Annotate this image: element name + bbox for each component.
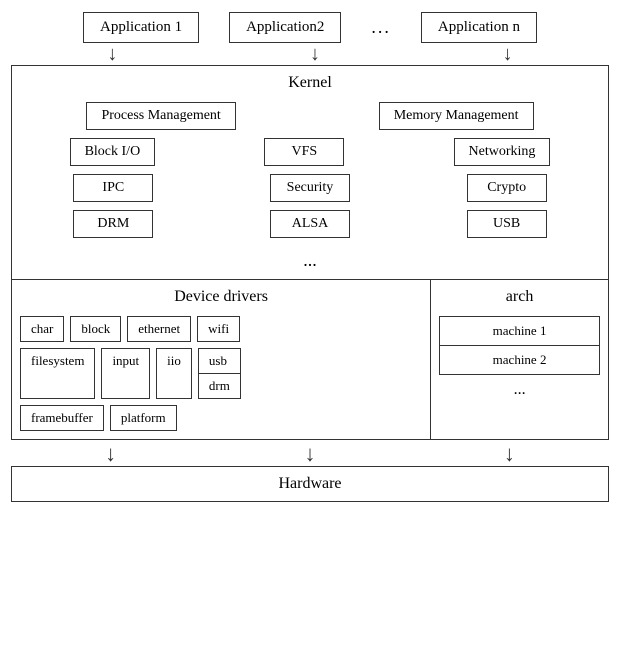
- drivers-row-1: char block ethernet wifi: [20, 316, 422, 342]
- arrow-hw-2: ↓: [304, 442, 315, 466]
- usb-driver: usb: [199, 349, 240, 374]
- vfs: VFS: [264, 138, 344, 166]
- process-management: Process Management: [86, 102, 235, 130]
- kernel-row-4: DRM ALSA USB: [20, 210, 600, 238]
- arrow-app2: ↓: [310, 45, 320, 63]
- platform-driver: platform: [110, 405, 177, 431]
- arrow-hw-1: ↓: [105, 442, 116, 466]
- kernel-section: Kernel Process Management Memory Managem…: [11, 65, 609, 280]
- drm-driver: drm: [199, 374, 240, 398]
- drm-kernel: DRM: [73, 210, 153, 238]
- kernel-row-1: Process Management Memory Management: [20, 102, 600, 130]
- memory-management: Memory Management: [379, 102, 534, 130]
- hardware-box: Hardware: [11, 466, 609, 502]
- arrows-from-apps: ↓ ↓ ↓: [11, 45, 609, 63]
- char-driver: char: [20, 316, 64, 342]
- machine2: machine 2: [440, 346, 599, 374]
- kernel-grid: Process Management Memory Management Blo…: [20, 102, 600, 271]
- alsa: ALSA: [270, 210, 350, 238]
- arch-title: arch: [506, 288, 534, 306]
- iio-driver: iio: [156, 348, 192, 399]
- ethernet-driver: ethernet: [127, 316, 191, 342]
- arrow-app1: ↓: [107, 45, 117, 63]
- framebuffer-driver: framebuffer: [20, 405, 104, 431]
- kernel-title: Kernel: [288, 74, 332, 92]
- diagram: Application 1 Application2 ... Applicati…: [0, 0, 620, 658]
- arrows-to-hardware: ↓ ↓ ↓: [11, 442, 609, 466]
- apps-ellipsis: ...: [371, 17, 391, 38]
- drivers-row-3: framebuffer platform: [20, 405, 422, 431]
- input-driver: input: [101, 348, 150, 399]
- bottom-section: Device drivers char block ethernet wifi …: [11, 280, 609, 440]
- drivers-row-2: filesystem input iio usb drm: [20, 348, 422, 399]
- filesystem-driver: filesystem: [20, 348, 95, 399]
- arch-grid: machine 1 machine 2: [439, 316, 600, 375]
- device-drivers-title: Device drivers: [174, 288, 268, 306]
- arch-section: arch machine 1 machine 2 ...: [431, 280, 608, 439]
- kernel-row-2: Block I/O VFS Networking: [20, 138, 600, 166]
- app2-box: Application2: [229, 12, 341, 43]
- usb-kernel: USB: [467, 210, 547, 238]
- kernel-row-3: IPC Security Crypto: [20, 174, 600, 202]
- ipc: IPC: [73, 174, 153, 202]
- kernel-inner: Kernel Process Management Memory Managem…: [12, 66, 608, 279]
- arrow-hw-3: ↓: [504, 442, 515, 466]
- security: Security: [270, 174, 350, 202]
- appn-box: Application n: [421, 12, 537, 43]
- networking: Networking: [454, 138, 551, 166]
- wifi-driver: wifi: [197, 316, 240, 342]
- block-driver: block: [70, 316, 121, 342]
- machine1: machine 1: [440, 317, 599, 346]
- block-io: Block I/O: [70, 138, 156, 166]
- device-drivers: Device drivers char block ethernet wifi …: [12, 280, 431, 439]
- kernel-dots: ...: [20, 250, 600, 271]
- app1-box: Application 1: [83, 12, 199, 43]
- stacked-usb-drm: usb drm: [198, 348, 241, 399]
- top-apps-row: Application 1 Application2 ... Applicati…: [83, 12, 537, 43]
- arrow-appn: ↓: [503, 45, 513, 63]
- crypto: Crypto: [467, 174, 547, 202]
- drivers-grid: char block ethernet wifi filesystem inpu…: [20, 316, 422, 431]
- arch-dots: ...: [514, 381, 526, 399]
